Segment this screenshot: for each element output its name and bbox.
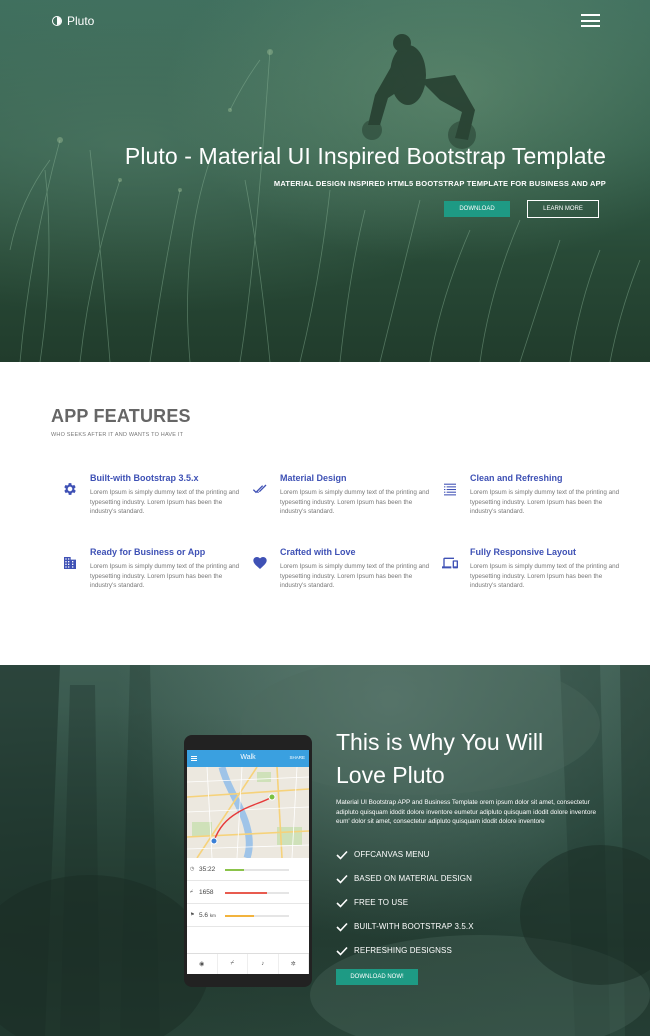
tab-stats[interactable]: ◉ xyxy=(187,954,218,974)
download-button[interactable]: DOWNLOAD xyxy=(444,201,510,217)
checklist-label: REFRESHING DESIGNSS xyxy=(354,946,452,955)
phone-mockup: Walk SHARE ◷ 35:22 ⌿ 1658 ⚑ 5.6 km ◉ ⌿ ♪… xyxy=(184,735,312,987)
features-section: APP FEATURES WHO SEEKS AFTER IT AND WANT… xyxy=(0,362,650,665)
tab-notifications[interactable]: ♪ xyxy=(248,954,279,974)
pluto-logo-icon xyxy=(52,16,62,26)
check-icon xyxy=(336,850,348,860)
double-check-icon xyxy=(252,484,267,494)
gear-icon: ✲ xyxy=(290,961,296,968)
checklist-item: BUILT-WITH BOOTSTRAP 3.5.X xyxy=(336,921,474,945)
hero-section: Pluto Pluto - Material UI Inspired Boots… xyxy=(0,0,650,362)
check-icon xyxy=(336,898,348,908)
hero-subtitle: MATERIAL DESIGN INSPIRED HTML5 BOOTSTRAP… xyxy=(273,179,606,188)
heart-icon xyxy=(253,557,267,569)
feature-title: Built-with Bootstrap 3.5.x xyxy=(90,473,199,483)
feature-checklist: OFFCANVAS MENU BASED ON MATERIAL DESIGN … xyxy=(336,849,474,969)
brand-logo[interactable]: Pluto xyxy=(52,14,94,28)
clock-icon: ◷ xyxy=(190,866,195,872)
feature-title: Clean and Refreshing xyxy=(470,473,563,483)
app-share-button[interactable]: SHARE xyxy=(289,755,305,760)
progress-fill xyxy=(225,892,267,894)
hamburger-menu-icon[interactable] xyxy=(581,14,600,27)
checklist-label: FREE TO USE xyxy=(354,898,409,907)
stats-icon: ◉ xyxy=(199,961,205,968)
why-title-line1: This is Why You Will xyxy=(336,729,544,755)
stat-value: 5.6 km xyxy=(199,912,216,919)
tab-settings[interactable]: ✲ xyxy=(279,954,309,974)
features-heading: APP FEATURES xyxy=(51,406,191,426)
progress-track xyxy=(225,892,289,894)
forest-background-image xyxy=(0,665,650,1036)
feature-text: Lorem Ipsum is simply dummy text of the … xyxy=(90,563,240,590)
download-now-button[interactable]: DOWNLOAD NOW! xyxy=(336,969,418,985)
tab-activity[interactable]: ⌿ xyxy=(218,954,248,974)
stat-value: 1658 xyxy=(199,889,214,896)
checklist-label: BUILT-WITH BOOTSTRAP 3.5.X xyxy=(354,922,474,931)
checklist-item: OFFCANVAS MENU xyxy=(336,849,474,873)
list-icon xyxy=(444,483,456,496)
stat-row-steps: ⌿ 1658 xyxy=(187,881,309,904)
feature-item: Crafted with Love Lorem Ipsum is simply … xyxy=(253,547,440,591)
feature-item: Fully Responsive Layout Lorem Ipsum is s… xyxy=(442,547,630,591)
hero-title: Pluto - Material UI Inspired Bootstrap T… xyxy=(124,143,606,169)
feature-title: Material Design xyxy=(280,473,347,483)
phone-screen: Walk SHARE ◷ 35:22 ⌿ 1658 ⚑ 5.6 km ◉ ⌿ ♪… xyxy=(187,750,309,974)
brand-name: Pluto xyxy=(67,14,95,28)
feature-title: Crafted with Love xyxy=(280,547,356,557)
progress-track xyxy=(225,915,289,917)
feature-text: Lorem Ipsum is simply dummy text of the … xyxy=(470,489,620,516)
why-section: Walk SHARE ◷ 35:22 ⌿ 1658 ⚑ 5.6 km ◉ ⌿ ♪… xyxy=(0,665,650,1036)
building-icon xyxy=(64,557,76,569)
devices-icon xyxy=(442,557,458,569)
feature-item: Material Design Lorem Ipsum is simply du… xyxy=(252,473,440,517)
feature-text: Lorem Ipsum is simply dummy text of the … xyxy=(280,563,430,590)
feature-text: Lorem Ipsum is simply dummy text of the … xyxy=(470,563,620,590)
check-icon xyxy=(336,874,348,884)
why-title: This is Why You Will Love Pluto xyxy=(336,726,596,792)
feature-item: Ready for Business or App Lorem Ipsum is… xyxy=(64,547,250,591)
feature-text: Lorem Ipsum is simply dummy text of the … xyxy=(90,489,240,516)
checklist-item: FREE TO USE xyxy=(336,897,474,921)
feature-text: Lorem Ipsum is simply dummy text of the … xyxy=(280,489,430,516)
flag-icon: ⚑ xyxy=(190,912,195,918)
stat-value: 35:22 xyxy=(199,866,216,873)
feature-item: Built-with Bootstrap 3.5.x Lorem Ipsum i… xyxy=(64,473,250,517)
feature-item: Clean and Refreshing Lorem Ipsum is simp… xyxy=(444,473,630,517)
why-description: Material UI Bootstrap APP and Business T… xyxy=(336,799,597,825)
progress-fill xyxy=(225,869,245,871)
feature-title: Ready for Business or App xyxy=(90,547,206,557)
progress-fill xyxy=(225,915,254,917)
progress-track xyxy=(225,869,289,871)
checklist-item: BASED ON MATERIAL DESIGN xyxy=(336,873,474,897)
feature-title: Fully Responsive Layout xyxy=(470,547,577,557)
check-icon xyxy=(336,922,348,932)
bell-icon: ♪ xyxy=(261,961,265,967)
checklist-item: REFRESHING DESIGNSS xyxy=(336,945,474,969)
route-map[interactable] xyxy=(187,767,309,858)
why-title-line2: Love Pluto xyxy=(336,762,445,788)
checklist-label: OFFCANVAS MENU xyxy=(354,850,430,859)
app-bar: Walk SHARE xyxy=(187,750,309,767)
steps-icon: ⌿ xyxy=(190,889,194,895)
activity-icon: ⌿ xyxy=(230,960,235,967)
checklist-label: BASED ON MATERIAL DESIGN xyxy=(354,874,472,883)
app-tab-bar: ◉ ⌿ ♪ ✲ xyxy=(187,953,309,974)
stat-row-distance: ⚑ 5.6 km xyxy=(187,904,309,927)
stat-row-time: ◷ 35:22 xyxy=(187,858,309,881)
gear-icon xyxy=(64,483,76,495)
check-icon xyxy=(336,946,348,956)
features-subheading: WHO SEEKS AFTER IT AND WANTS TO HAVE IT xyxy=(51,432,184,438)
learn-more-button[interactable]: LEARN MORE xyxy=(527,200,599,218)
stat-unit: km xyxy=(209,913,216,918)
